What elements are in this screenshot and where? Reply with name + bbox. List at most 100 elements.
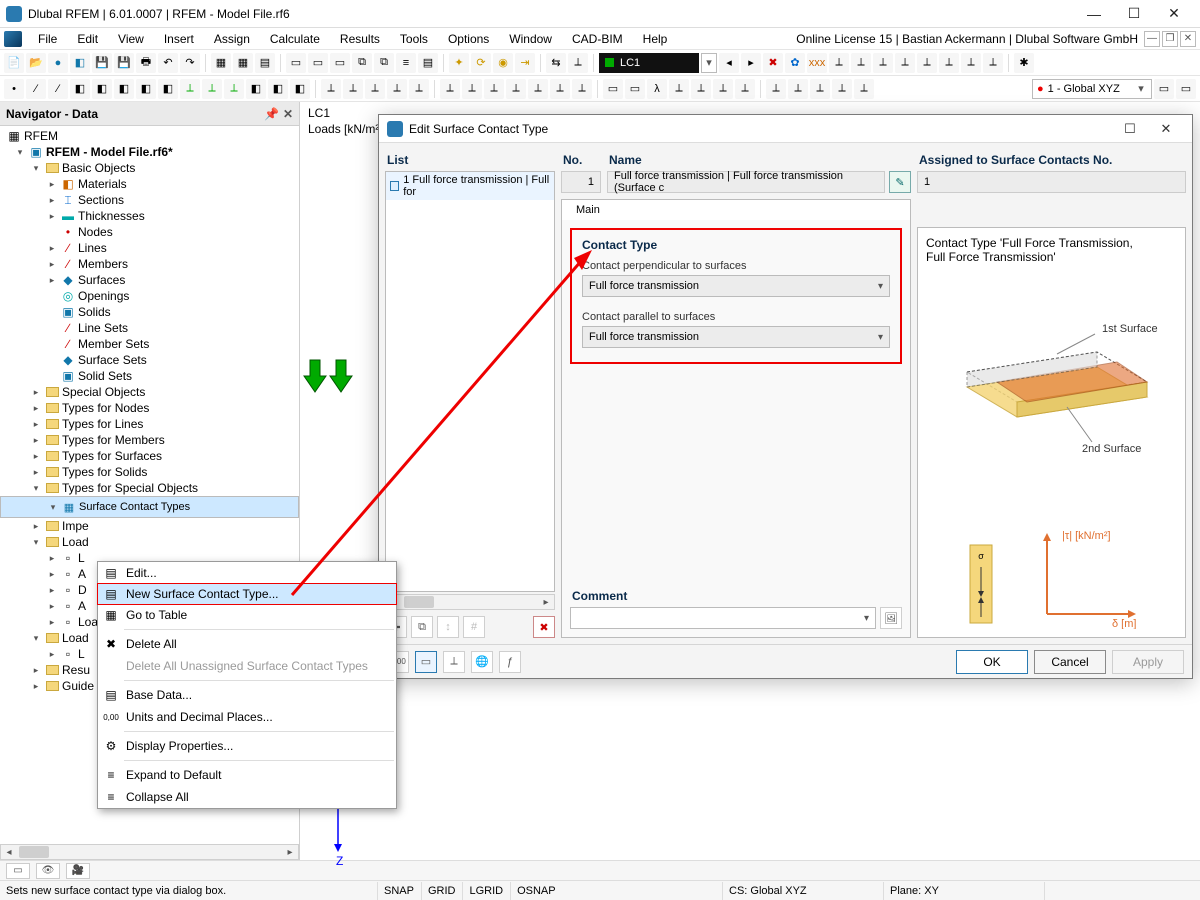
menu-cadbim[interactable]: CAD-BIM (562, 30, 633, 48)
scroll-right-icon[interactable]: ▸ (282, 845, 298, 859)
ok-button[interactable]: OK (956, 650, 1028, 674)
ctx-edit[interactable]: ▤Edit... (98, 562, 396, 584)
t2-27[interactable]: ▭ (603, 79, 623, 99)
tb-save[interactable]: 💾 (92, 53, 112, 73)
tree-surfacesets[interactable]: Surface Sets (78, 353, 147, 367)
dlg-opt4[interactable]: 🌐 (471, 651, 493, 673)
tree-sections[interactable]: Sections (78, 193, 124, 207)
t2-8[interactable]: ◧ (158, 79, 178, 99)
menu-edit[interactable]: Edit (67, 30, 108, 48)
t2-29[interactable]: λ (647, 79, 667, 99)
tb-c1[interactable]: ✦ (449, 53, 469, 73)
t2-4[interactable]: ◧ (70, 79, 90, 99)
tb-e8[interactable]: ⟂ (917, 53, 937, 73)
t2-28[interactable]: ▭ (625, 79, 645, 99)
t2-17[interactable]: ⟂ (365, 79, 385, 99)
tree-basic[interactable]: Basic Objects (62, 161, 135, 175)
tree-t4[interactable]: D (78, 583, 87, 597)
nav-close-icon[interactable]: ✕ (283, 107, 293, 121)
window-minimize[interactable]: — (1074, 1, 1114, 27)
tb-prev[interactable]: ◂ (719, 53, 739, 73)
ctx-units[interactable]: 0,00Units and Decimal Places... (98, 706, 396, 728)
t2-37[interactable]: ⟂ (832, 79, 852, 99)
tb-e2[interactable]: ✿ (785, 53, 805, 73)
t2-36[interactable]: ⟂ (810, 79, 830, 99)
tb-print[interactable]: 🖶 (136, 53, 156, 73)
ctx-deleteall[interactable]: ✖Delete All (98, 633, 396, 655)
t2-14[interactable]: ◧ (290, 79, 310, 99)
t2-23[interactable]: ⟂ (506, 79, 526, 99)
t2-11[interactable]: ⟂ (224, 79, 244, 99)
status-snap[interactable]: SNAP (377, 882, 420, 900)
menu-view[interactable]: View (108, 30, 154, 48)
menu-help[interactable]: Help (633, 30, 678, 48)
loadcase-dd[interactable]: ▾ (701, 53, 717, 73)
tree-typelines[interactable]: Types for Lines (62, 417, 143, 431)
tree-load2[interactable]: Load (62, 631, 89, 645)
nav-pin-icon[interactable]: 📌 (264, 107, 279, 121)
tb-e6[interactable]: ⟂ (873, 53, 893, 73)
tb-e10[interactable]: ⟂ (961, 53, 981, 73)
mdi-restore[interactable]: ❐ (1162, 31, 1178, 47)
ct-par-select[interactable]: Full force transmission▾ (582, 326, 890, 348)
tree-resu[interactable]: Resu (62, 663, 90, 677)
tb-a1[interactable]: ▦ (211, 53, 231, 73)
menu-file[interactable]: File (28, 30, 67, 48)
menu-assign[interactable]: Assign (204, 30, 260, 48)
tb-e9[interactable]: ⟂ (939, 53, 959, 73)
dlg-opt3[interactable]: ⟂ (443, 651, 465, 673)
tb-c3[interactable]: ◉ (493, 53, 513, 73)
t2-34[interactable]: ⟂ (766, 79, 786, 99)
tb-redo[interactable]: ↷ (180, 53, 200, 73)
tb-b6[interactable]: ≡ (396, 53, 416, 73)
tb-e3[interactable]: xxx (807, 53, 827, 73)
name-edit-button[interactable]: ✎ (889, 171, 911, 193)
tb-e11[interactable]: ⟂ (983, 53, 1003, 73)
tree-membersets[interactable]: Member Sets (78, 337, 149, 351)
ctx-basedata[interactable]: ▤Base Data... (98, 684, 396, 706)
dlg-opt2[interactable]: ▭ (415, 651, 437, 673)
tree-model[interactable]: RFEM - Model File.rf6* (46, 145, 173, 159)
dialog-close[interactable]: ✕ (1148, 117, 1184, 141)
tb-a3[interactable]: ▤ (255, 53, 275, 73)
tb-b2[interactable]: ▭ (308, 53, 328, 73)
tree-typespecial[interactable]: Types for Special Objects (62, 481, 198, 495)
tb-e1[interactable]: ✖ (763, 53, 783, 73)
t2-end2[interactable]: ▭ (1176, 79, 1196, 99)
t2-15[interactable]: ⟂ (321, 79, 341, 99)
tree-lines[interactable]: Lines (78, 241, 107, 255)
tree-materials[interactable]: Materials (78, 177, 127, 191)
tree-impe[interactable]: Impe (62, 519, 89, 533)
tree-surfaces[interactable]: Surfaces (78, 273, 125, 287)
t2-6[interactable]: ◧ (114, 79, 134, 99)
tree-typenodes[interactable]: Types for Nodes (62, 401, 149, 415)
list-box[interactable]: 1 Full force transmission | Full for (385, 171, 555, 592)
cancel-button[interactable]: Cancel (1034, 650, 1106, 674)
status-grid[interactable]: GRID (421, 882, 462, 900)
t2-2[interactable]: ∕ (26, 79, 46, 99)
t2-9[interactable]: ⟂ (180, 79, 200, 99)
tb-b7[interactable]: ▤ (418, 53, 438, 73)
window-maximize[interactable]: ☐ (1114, 1, 1154, 27)
tb-b5[interactable]: ⧉ (374, 53, 394, 73)
ctx-expand[interactable]: ≡Expand to Default (98, 764, 396, 786)
dlg-opt5[interactable]: ƒ (499, 651, 521, 673)
combo-global[interactable]: ●1 - Global XYZ▾ (1032, 79, 1152, 99)
loadcase-box[interactable]: LC1 (599, 53, 699, 73)
list-hscroll[interactable]: ◂▸ (385, 594, 555, 610)
tb-b3[interactable]: ▭ (330, 53, 350, 73)
t2-12[interactable]: ◧ (246, 79, 266, 99)
scroll-left-icon[interactable]: ◂ (1, 845, 17, 859)
view-tab-1[interactable]: ▭ (6, 863, 30, 879)
window-close[interactable]: ✕ (1154, 1, 1194, 27)
t2-10[interactable]: ⟂ (202, 79, 222, 99)
tb-block[interactable]: ◧ (70, 53, 90, 73)
t2-21[interactable]: ⟂ (462, 79, 482, 99)
tb-f1[interactable]: ✱ (1014, 53, 1034, 73)
menu-window[interactable]: Window (499, 30, 562, 48)
view-tab-3[interactable]: 🎥 (66, 863, 90, 879)
menu-options[interactable]: Options (438, 30, 499, 48)
tree-typesurfaces[interactable]: Types for Surfaces (62, 449, 162, 463)
tb-save2[interactable]: 💾 (114, 53, 134, 73)
tree-t3[interactable]: A (78, 567, 86, 581)
